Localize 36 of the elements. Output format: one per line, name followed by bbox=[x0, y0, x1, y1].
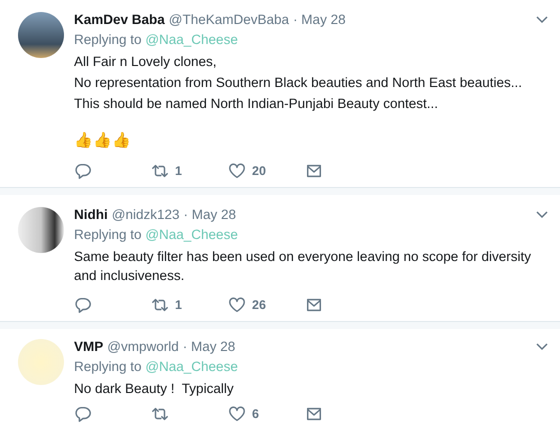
user-name[interactable]: KamDev Baba bbox=[74, 10, 165, 29]
tweet-date[interactable]: · May 28 bbox=[184, 205, 236, 224]
user-handle[interactable]: @nidzk123 bbox=[112, 205, 180, 224]
tweet-date[interactable]: · May 28 bbox=[293, 10, 346, 29]
tweet-date[interactable]: · May 28 bbox=[182, 337, 236, 356]
retweet-count: 1 bbox=[175, 298, 182, 312]
tweet-text: No dark Beauty ! Typically bbox=[74, 380, 235, 398]
retweet-count: 1 bbox=[175, 164, 182, 178]
emoji-text: 👍👍👍 bbox=[74, 131, 132, 151]
chevron-down-icon[interactable] bbox=[536, 16, 548, 24]
user-name[interactable]: Nidhi bbox=[74, 205, 108, 224]
replying-label: Replying to bbox=[74, 227, 142, 242]
avatar-placeholder[interactable] bbox=[18, 12, 64, 58]
tweet-text: All Fair n Lovely clones, bbox=[74, 53, 218, 71]
user-name[interactable]: VMP bbox=[74, 337, 104, 356]
tweet-text: This should be named North Indian-Punjabi Beauty contest... bbox=[74, 95, 439, 113]
heart-icon[interactable] bbox=[228, 162, 246, 180]
mail-icon[interactable] bbox=[305, 162, 323, 180]
user-handle[interactable]: @vmpworld bbox=[107, 337, 179, 356]
chevron-down-icon[interactable] bbox=[536, 342, 548, 350]
heart-icon[interactable] bbox=[228, 296, 246, 314]
like-count: 6 bbox=[252, 407, 259, 421]
retweet-icon[interactable] bbox=[151, 162, 169, 180]
replying-label: Replying to bbox=[74, 359, 142, 374]
like-count: 20 bbox=[252, 164, 266, 178]
like-count: 26 bbox=[252, 298, 266, 312]
reply-icon[interactable] bbox=[74, 296, 92, 314]
user-handle[interactable]: @TheKamDevBaba bbox=[168, 10, 290, 29]
chevron-down-icon[interactable] bbox=[536, 210, 548, 218]
mail-icon[interactable] bbox=[305, 296, 323, 314]
tweet-text: Same beauty filter has been used on everyone leaving no scope for diversity and inclusiveness. bbox=[74, 248, 532, 285]
avatar-placeholder[interactable] bbox=[18, 207, 64, 253]
retweet-icon[interactable] bbox=[151, 296, 169, 314]
reply-icon[interactable] bbox=[74, 162, 92, 180]
replying-label: Replying to bbox=[74, 32, 142, 47]
tweet-text: No representation from Southern Black beauties and North East beauties... bbox=[74, 74, 524, 92]
